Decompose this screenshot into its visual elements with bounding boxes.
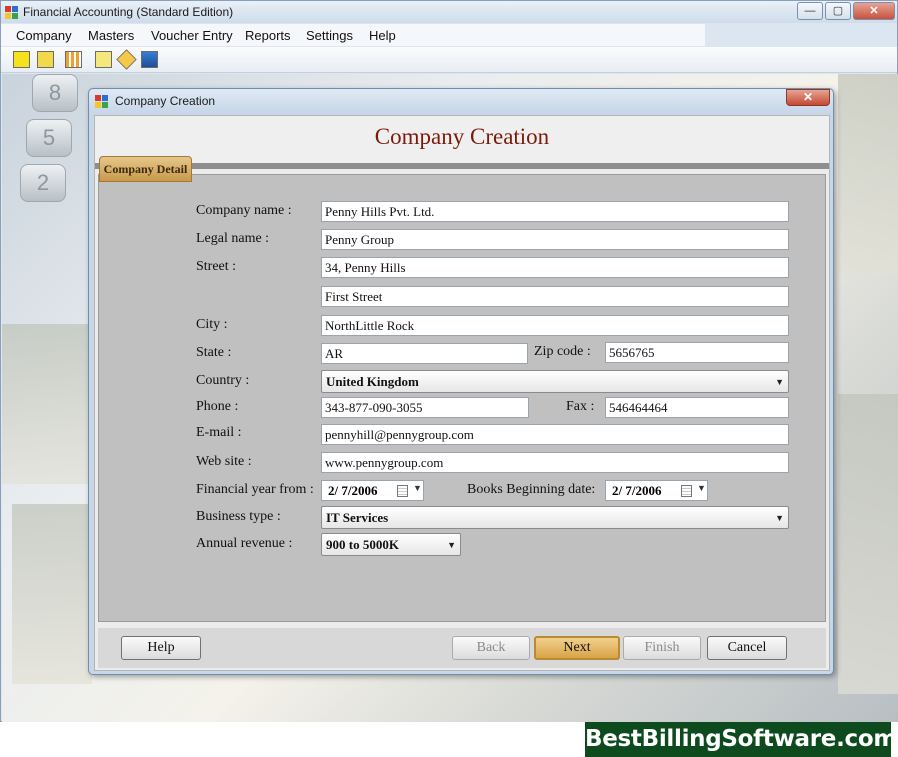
menu-help[interactable]: Help: [369, 28, 396, 43]
voucher-icon[interactable]: [95, 51, 112, 68]
chevron-down-icon: ▼: [775, 377, 784, 387]
minimize-button[interactable]: —: [797, 2, 823, 20]
divider: [95, 163, 829, 169]
state-label: State :: [196, 345, 232, 360]
paper-decoration: [838, 394, 898, 694]
new-company-icon[interactable]: [13, 51, 30, 68]
financial-year-label: Financial year from :: [196, 482, 314, 497]
calculator-key: 5: [26, 119, 72, 157]
calculator-key: 2: [20, 164, 66, 202]
financial-year-date-picker[interactable]: 2/ 7/2006 ▼: [321, 480, 424, 501]
zip-code-label: Zip code :: [534, 344, 591, 359]
banknote-decoration: [2, 324, 92, 484]
heading-band: Company Creation: [95, 116, 829, 163]
tab-company-detail[interactable]: Company Detail: [99, 156, 192, 182]
books-beginning-date-picker[interactable]: 2/ 7/2006 ▼: [605, 480, 708, 501]
maximize-button[interactable]: ▢: [825, 2, 851, 20]
books-beginning-value: 2/ 7/2006: [612, 483, 662, 498]
chevron-down-icon: ▼: [697, 483, 706, 493]
ledger-icon[interactable]: [65, 51, 82, 68]
email-label: E-mail :: [196, 425, 242, 440]
next-button[interactable]: Next: [534, 636, 620, 660]
dialog-logo-icon: [95, 95, 108, 108]
legal-name-label: Legal name :: [196, 231, 270, 246]
books-beginning-label: Books Beginning date:: [467, 482, 596, 497]
open-company-icon[interactable]: [37, 51, 54, 68]
edit-icon[interactable]: [116, 49, 137, 70]
business-type-value: IT Services: [326, 510, 389, 525]
chevron-down-icon: ▼: [447, 540, 456, 550]
brand-banner: BestBillingSoftware.com: [585, 722, 897, 757]
legal-name-field[interactable]: Penny Group: [321, 229, 789, 250]
country-label: Country :: [196, 373, 250, 388]
menu-bar: Company Masters Voucher Entry Reports Se…: [1, 24, 705, 46]
company-creation-dialog: Company Creation ✕ Company Creation Comp…: [88, 88, 834, 675]
annual-revenue-value: 900 to 5000K: [326, 537, 399, 552]
annual-revenue-select[interactable]: 900 to 5000K ▼: [321, 533, 461, 556]
business-type-label: Business type :: [196, 509, 281, 524]
dialog-title: Company Creation: [115, 94, 216, 108]
page-heading: Company Creation: [374, 124, 550, 149]
app-close-button[interactable]: ✕: [853, 2, 895, 20]
financial-year-value: 2/ 7/2006: [328, 483, 378, 498]
annual-revenue-label: Annual revenue :: [196, 536, 293, 551]
country-value: United Kingdom: [326, 374, 419, 389]
help-button[interactable]: Help: [121, 636, 201, 660]
back-button[interactable]: Back: [452, 636, 530, 660]
street-label: Street :: [196, 259, 237, 274]
email-field[interactable]: pennyhill@pennygroup.com: [321, 424, 789, 445]
menu-masters[interactable]: Masters: [88, 28, 134, 43]
state-field[interactable]: AR: [321, 343, 528, 364]
website-field[interactable]: www.pennygroup.com: [321, 452, 789, 473]
dialog-titlebar: Company Creation ✕: [89, 89, 833, 113]
toolbar: [1, 47, 897, 73]
dialog-close-button[interactable]: ✕: [786, 89, 830, 106]
calendar-icon: [681, 485, 692, 497]
app-title: Financial Accounting (Standard Edition): [23, 5, 234, 19]
street-line1-field[interactable]: 34, Penny Hills: [321, 257, 789, 278]
website-label: Web site :: [196, 454, 252, 469]
business-type-select[interactable]: IT Services ▼: [321, 506, 789, 529]
paper-decoration: [838, 74, 898, 274]
report-icon[interactable]: [141, 51, 158, 68]
chevron-down-icon: ▼: [413, 483, 422, 493]
zip-code-field[interactable]: 5656765: [605, 342, 789, 363]
phone-label: Phone :: [196, 399, 239, 414]
dialog-footer: Help Back Next Finish Cancel: [98, 628, 826, 668]
calculator-key: 8: [32, 74, 78, 112]
cancel-button[interactable]: Cancel: [707, 636, 787, 660]
banknote-decoration: [12, 504, 92, 684]
city-label: City :: [196, 317, 228, 332]
menu-voucher-entry[interactable]: Voucher Entry: [151, 28, 233, 43]
menu-company[interactable]: Company: [16, 28, 72, 43]
menu-settings[interactable]: Settings: [306, 28, 353, 43]
app-logo-icon: [5, 6, 18, 19]
country-select[interactable]: United Kingdom ▼: [321, 370, 789, 393]
company-detail-panel: Company name : Penny Hills Pvt. Ltd. Leg…: [98, 174, 826, 622]
fax-field[interactable]: 546464464: [605, 397, 789, 418]
company-name-field[interactable]: Penny Hills Pvt. Ltd.: [321, 201, 789, 222]
street-line2-field[interactable]: First Street: [321, 286, 789, 307]
company-name-label: Company name :: [196, 203, 292, 218]
chevron-down-icon: ▼: [775, 513, 784, 523]
city-field[interactable]: NorthLittle Rock: [321, 315, 789, 336]
app-titlebar: Financial Accounting (Standard Edition) …: [1, 1, 897, 23]
finish-button[interactable]: Finish: [623, 636, 701, 660]
fax-label: Fax :: [566, 399, 595, 414]
phone-field[interactable]: 343-877-090-3055: [321, 397, 529, 418]
menu-reports[interactable]: Reports: [245, 28, 291, 43]
dialog-body: Company Creation Company name : Penny Hi…: [94, 115, 830, 671]
calendar-icon: [397, 485, 408, 497]
